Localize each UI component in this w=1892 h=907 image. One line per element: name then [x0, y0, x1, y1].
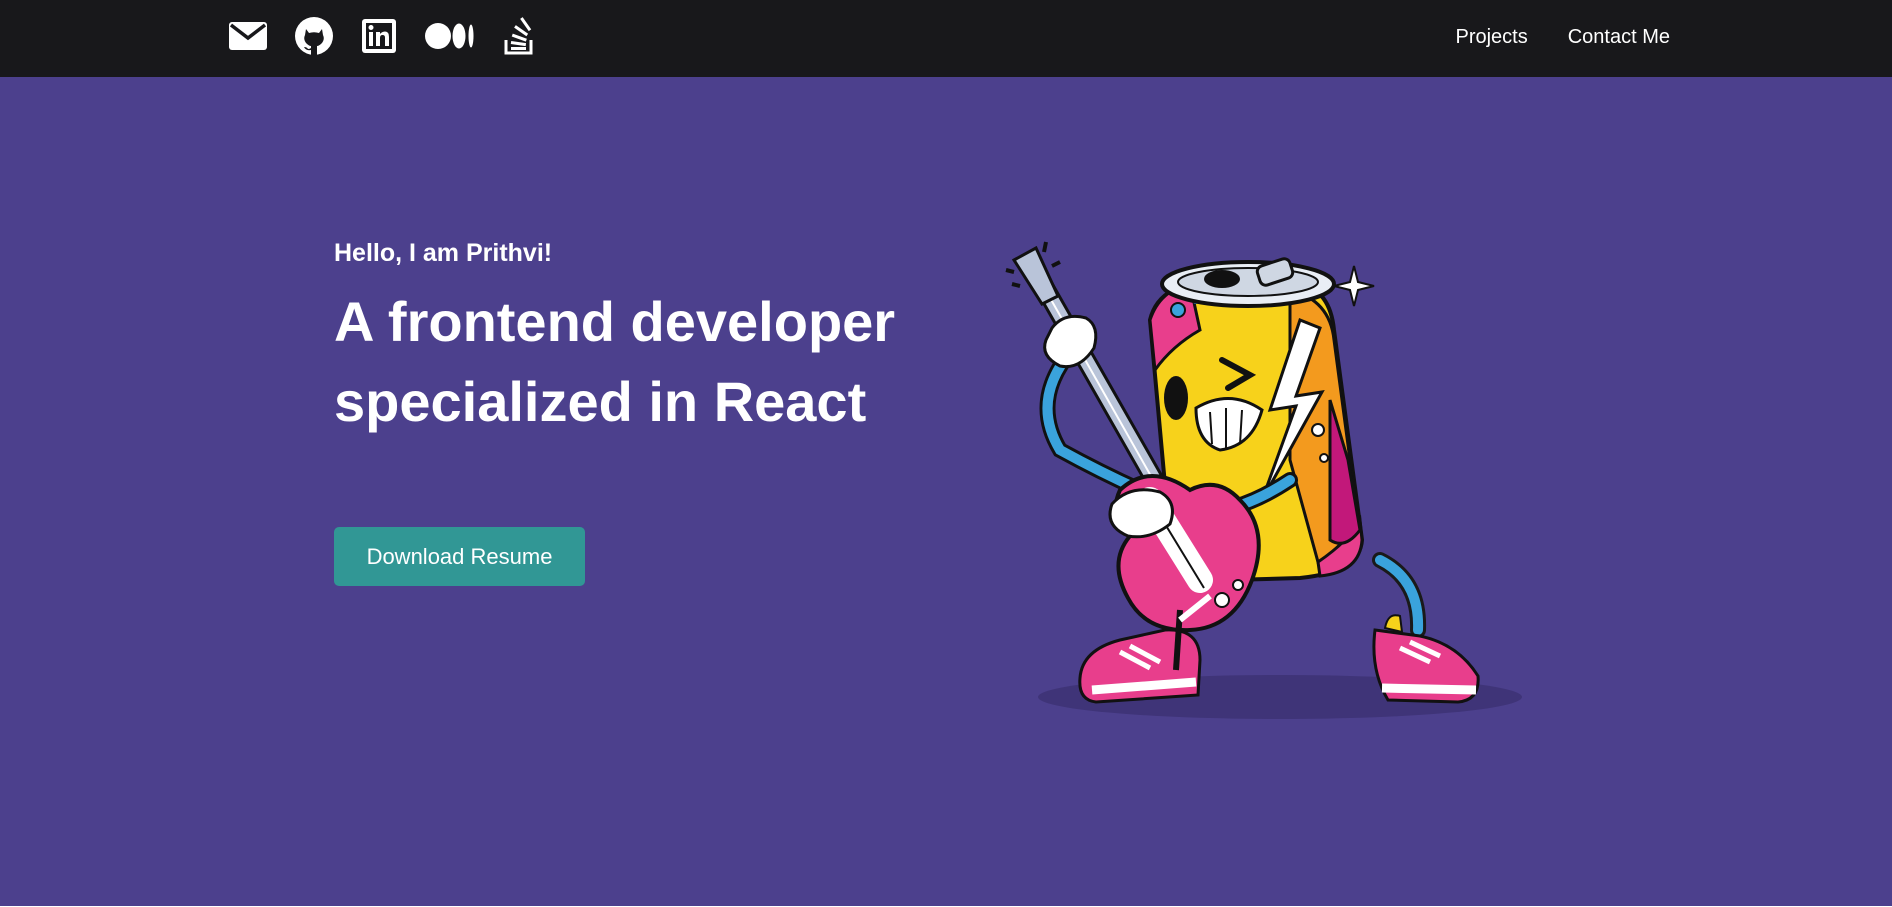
hero-greeting: Hello, I am Prithvi!: [334, 239, 553, 267]
stackoverflow-link[interactable]: [502, 16, 536, 56]
hero-headline-line-2: specialized in React: [334, 370, 867, 433]
nav-projects-link[interactable]: Projects: [1455, 24, 1527, 50]
medium-link[interactable]: [424, 16, 476, 56]
linkedin-icon: [362, 19, 396, 53]
mail-icon: [229, 22, 267, 50]
social-links: [228, 16, 562, 56]
page: Projects Contact Me Hello, I am Prithvi!…: [0, 0, 1892, 907]
linkedin-link[interactable]: [360, 16, 398, 56]
medium-icon: [425, 23, 474, 49]
download-resume-button[interactable]: Download Resume: [334, 527, 585, 586]
nav-links: Projects Contact Me: [1415, 24, 1670, 50]
rock-can-guitar-illustration: [1005, 241, 1522, 719]
nav-contact-link[interactable]: Contact Me: [1568, 24, 1670, 50]
hero-text: Hello, I am Prithvi! A frontend develope…: [334, 238, 974, 442]
github-link[interactable]: [294, 16, 334, 56]
hero-headline: A frontend developer specialized in Reac…: [334, 282, 974, 442]
navbar: Projects Contact Me: [0, 0, 1892, 77]
github-icon: [295, 17, 333, 55]
email-link[interactable]: [228, 16, 268, 56]
hero-headline-line-1: A frontend developer: [334, 290, 896, 353]
hero-section: [0, 77, 1892, 906]
stackoverflow-icon: [504, 17, 533, 55]
